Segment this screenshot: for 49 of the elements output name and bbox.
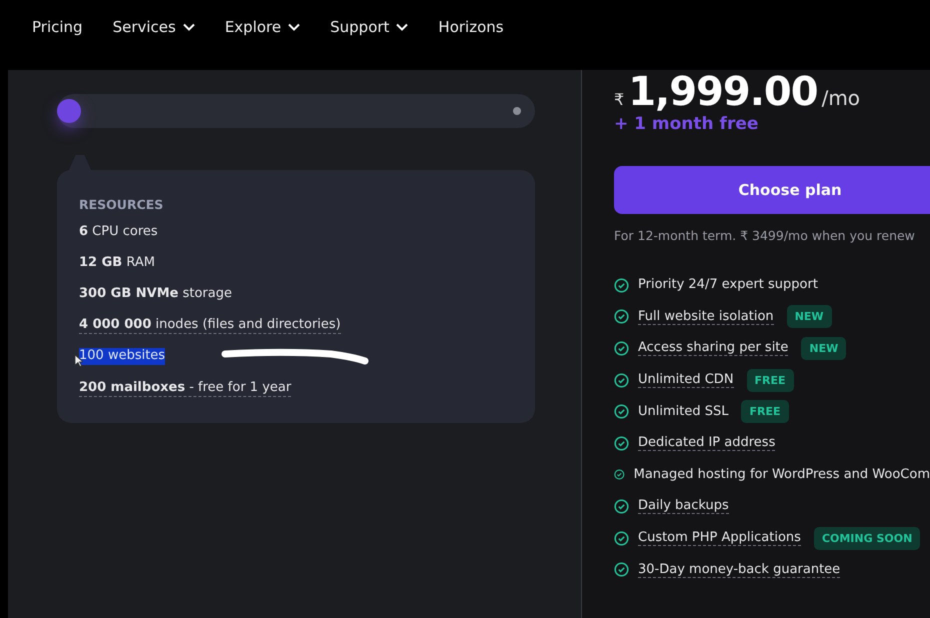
nav-link[interactable]: Explore: [224, 18, 300, 36]
feature-text: Unlimited CDN: [638, 372, 734, 388]
feature-text: Managed hosting for WordPress and WooCom: [634, 466, 930, 483]
nav-link[interactable]: Pricing: [32, 18, 83, 36]
check-circle-icon: [614, 467, 625, 482]
price-period: /mo: [822, 86, 860, 110]
check-circle-icon: [614, 530, 629, 546]
feature-text: Custom PHP Applications: [638, 530, 801, 546]
resource-item: 12 GB RAM: [79, 255, 155, 272]
check-circle-icon: [614, 436, 629, 451]
check-circle-icon: [614, 372, 629, 388]
resource-item: 200 mailboxes - free for 1 year: [79, 380, 292, 397]
check-circle-icon: [614, 562, 629, 578]
feature-text: Full website isolation: [638, 308, 774, 325]
feature-text: Dedicated IP address: [638, 435, 776, 452]
feature-text: 30-Day money-back guarantee: [638, 562, 840, 578]
feature-text: Daily backups: [638, 498, 729, 514]
nav-link[interactable]: Services: [112, 18, 195, 36]
feature-badge: COMING SOON: [814, 526, 920, 550]
check-circle-icon: [614, 498, 629, 514]
feature-badge: NEW: [786, 305, 832, 328]
chevron-down-icon: [182, 23, 195, 31]
section-heading: RESOURCES: [79, 197, 164, 212]
resource-item: 300 GB NVMe storage: [79, 286, 232, 303]
feature-badge: FREE: [741, 400, 788, 424]
feature-text: Priority 24/7 expert support: [638, 277, 818, 294]
feature-badge: NEW: [801, 336, 846, 360]
resource-item: 100 websites: [79, 348, 166, 365]
currency-symbol: ₹: [614, 90, 624, 109]
nav-link[interactable]: Support: [330, 18, 408, 36]
nav-link[interactable]: Horizons: [438, 18, 504, 36]
resource-item: 4 000 000 inodes (files and directories): [79, 317, 341, 334]
renew-note: For 12-month term. ₹ 3499/mo when you renew: [614, 228, 915, 243]
check-circle-icon: [614, 309, 629, 324]
check-circle-icon: [614, 340, 629, 356]
feature-text: Unlimited SSL: [638, 404, 728, 420]
slider-track[interactable]: [57, 94, 535, 128]
resource-item: 6 CPU cores: [79, 224, 158, 241]
slider-thumb[interactable]: [57, 99, 81, 123]
check-circle-icon: [614, 404, 629, 420]
slider-end-dot: [513, 107, 521, 115]
chevron-down-icon: [288, 23, 300, 31]
bonus-text: + 1 month free: [614, 114, 758, 134]
chevron-down-icon: [396, 23, 408, 31]
check-circle-icon: [614, 278, 629, 293]
choose-plan-button[interactable]: Choose plan: [614, 166, 930, 214]
plan-price: 1,999.00: [628, 70, 818, 114]
feature-text: Access sharing per site: [638, 340, 788, 356]
feature-badge: FREE: [746, 368, 794, 392]
